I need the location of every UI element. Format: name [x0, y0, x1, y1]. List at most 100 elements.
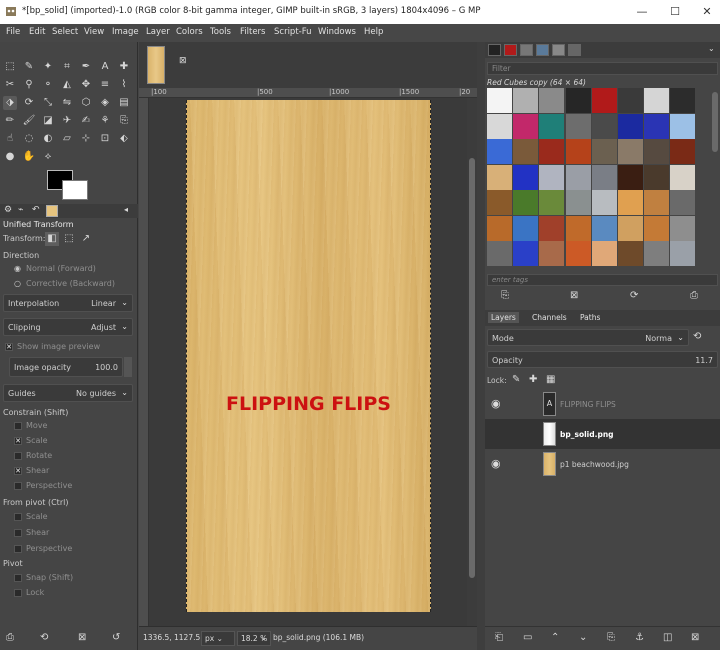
rotate-icon[interactable]: ⟳ — [22, 96, 36, 110]
pattern-swatch[interactable] — [513, 190, 539, 215]
background-color-swatch[interactable] — [62, 180, 88, 200]
text-tool-icon[interactable]: A — [98, 60, 112, 74]
lock-checkbox[interactable] — [14, 589, 22, 597]
pattern-swatch[interactable] — [618, 139, 643, 164]
unified-transform-icon[interactable]: ⬗ — [3, 96, 17, 110]
snap-checkbox[interactable] — [14, 574, 22, 582]
transform-path-icon[interactable]: ↗ — [79, 232, 93, 246]
delete-layer-icon[interactable]: ⊠ — [691, 632, 699, 643]
constrain-shear-checkbox[interactable]: ✕ — [14, 467, 22, 475]
fonts-tab-icon[interactable] — [520, 44, 533, 56]
zoom-icon[interactable]: ⚬ — [41, 78, 55, 92]
transform-layer-icon[interactable]: ◧ — [45, 232, 59, 246]
color-picker-icon[interactable]: ⚲ — [22, 78, 36, 92]
sharpen-icon[interactable]: ⟡ — [41, 150, 55, 164]
pattern-swatch[interactable] — [487, 164, 512, 190]
pattern-swatch[interactable] — [670, 88, 696, 113]
pattern-scrollbar[interactable] — [712, 92, 718, 152]
constrain-rotate-checkbox[interactable] — [14, 452, 22, 460]
pattern-swatch[interactable] — [644, 88, 670, 113]
bucket-fill-icon[interactable]: ◈ — [98, 96, 112, 110]
lock-pixels-icon[interactable]: ✎ — [512, 374, 520, 385]
scrollbar-thumb[interactable] — [469, 158, 475, 578]
pattern-swatch[interactable] — [618, 190, 643, 215]
pattern-swatch[interactable] — [539, 241, 565, 266]
constrain-perspective-checkbox[interactable] — [14, 482, 22, 490]
menu-tools[interactable]: Tools — [210, 27, 231, 37]
patterns-tab-icon[interactable] — [504, 44, 517, 56]
pattern-swatch[interactable] — [513, 215, 539, 241]
pattern-swatch[interactable] — [565, 241, 591, 266]
perspective-clone-icon[interactable]: ▱ — [60, 132, 74, 146]
pattern-swatch[interactable] — [565, 190, 591, 215]
close-image-icon[interactable]: ⊠ — [179, 56, 187, 66]
paintbrush-icon[interactable]: 🖌 — [22, 114, 36, 128]
pattern-swatch[interactable] — [513, 139, 539, 164]
pattern-swatch[interactable] — [618, 88, 643, 113]
radio-normal-icon[interactable]: ◉ — [14, 264, 21, 273]
duplicate-layer-icon[interactable]: ⎘ — [607, 632, 615, 643]
pattern-swatch[interactable] — [565, 113, 591, 139]
tab-channels[interactable]: Channels — [529, 312, 570, 323]
pencil-icon[interactable]: ✏ — [3, 114, 17, 128]
configure-tab-icon[interactable]: ⌄ — [708, 44, 715, 53]
open-folder-icon[interactable]: ⎙ — [690, 290, 698, 301]
menu-windows[interactable]: Windows — [318, 27, 356, 37]
ink-icon[interactable]: ✍ — [79, 114, 93, 128]
pattern-swatch[interactable] — [565, 88, 591, 113]
restore-preset-icon[interactable]: ⟲ — [40, 632, 48, 643]
layer-row[interactable]: ◉ p1 beachwood.jpg — [485, 449, 720, 479]
direction-normal-option[interactable]: Normal (Forward) — [26, 264, 96, 273]
guides-select[interactable]: Guides No guides ⌄ — [3, 384, 133, 402]
pattern-swatch[interactable] — [487, 113, 512, 139]
layer-row[interactable]: ◉ A FLIPPING FLIPS — [485, 389, 720, 419]
pivot-scale-checkbox[interactable] — [14, 513, 22, 521]
images-tab-icon[interactable] — [46, 205, 58, 217]
scale-icon[interactable]: ⤡ — [41, 96, 55, 110]
lock-position-icon[interactable]: ✚ — [529, 374, 537, 385]
chevron-down-icon[interactable]: ⌄ — [260, 633, 267, 642]
layer-name[interactable]: bp_solid.png — [560, 430, 614, 439]
blur-icon[interactable]: ◌ — [22, 132, 36, 146]
pattern-swatch[interactable] — [591, 139, 617, 164]
pattern-swatch[interactable] — [670, 241, 696, 266]
pattern-swatch[interactable] — [591, 164, 617, 190]
tab-paths[interactable]: Paths — [577, 312, 603, 323]
measure-icon[interactable]: ◭ — [60, 78, 74, 92]
pattern-swatch[interactable] — [644, 164, 670, 190]
foreground-select-icon[interactable]: ⊡ — [98, 132, 112, 146]
pattern-swatch[interactable] — [670, 164, 696, 190]
unit-select[interactable]: px ⌄ — [201, 631, 235, 646]
pattern-swatch[interactable] — [644, 190, 670, 215]
paths-icon[interactable]: ✒ — [79, 60, 93, 74]
pattern-swatch[interactable] — [539, 164, 565, 190]
constrain-move-checkbox[interactable] — [14, 422, 22, 430]
brushes-tab-icon[interactable] — [488, 44, 501, 56]
layer-name[interactable]: FLIPPING FLIPS — [560, 400, 616, 409]
pattern-swatch[interactable] — [565, 215, 591, 241]
image-canvas[interactable]: FLIPPING FLIPS — [186, 100, 431, 612]
document-history-tab-icon[interactable] — [568, 44, 581, 56]
menu-select[interactable]: Select — [52, 27, 78, 37]
duplicate-pattern-icon[interactable]: ⎘ — [501, 290, 509, 301]
eye-icon[interactable]: ◉ — [491, 457, 501, 470]
dodge-burn-icon[interactable]: ● — [3, 150, 17, 164]
heal-icon[interactable]: ✚ — [117, 60, 131, 74]
tool-options-tab-icon[interactable]: ⚙ — [4, 205, 12, 215]
pattern-swatch[interactable] — [644, 113, 670, 139]
crop-icon[interactable]: ⌗ — [60, 60, 74, 74]
pattern-swatch[interactable] — [670, 215, 696, 241]
pattern-swatch[interactable] — [487, 190, 512, 215]
pattern-swatch[interactable] — [487, 241, 512, 266]
pattern-swatch[interactable] — [644, 139, 670, 164]
mode-select[interactable]: Mode Norma ⌄ — [487, 329, 689, 346]
menu-image[interactable]: Image — [112, 27, 139, 37]
image-thumbnail-tab[interactable] — [147, 46, 165, 84]
composite-mode-icon[interactable]: ⟲ — [693, 331, 701, 342]
menu-view[interactable]: View — [84, 27, 104, 37]
pattern-swatch[interactable] — [565, 139, 591, 164]
mypaint-brush-icon[interactable]: ⚘ — [98, 114, 112, 128]
pattern-swatch[interactable] — [670, 139, 696, 164]
pattern-swatch[interactable] — [591, 215, 617, 241]
menu-file[interactable]: File — [6, 27, 20, 37]
